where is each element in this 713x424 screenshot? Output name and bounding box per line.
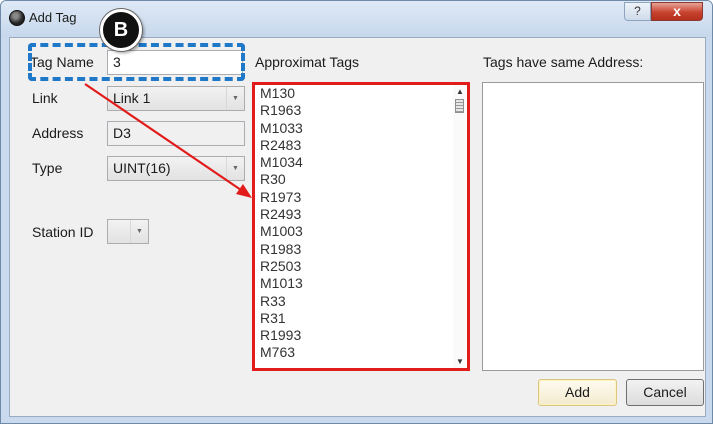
list-item[interactable]: M1033 bbox=[260, 120, 455, 137]
list-item[interactable]: M130 bbox=[260, 85, 455, 102]
list-item[interactable]: R1983 bbox=[260, 241, 455, 258]
station-id-dropdown[interactable]: ▼ bbox=[107, 219, 149, 244]
cancel-button[interactable]: Cancel bbox=[626, 379, 704, 406]
list-item[interactable]: M1034 bbox=[260, 154, 455, 171]
address-label: Address bbox=[32, 125, 84, 141]
add-button[interactable]: Add bbox=[538, 379, 617, 406]
scroll-up-icon[interactable]: ▲ bbox=[453, 87, 467, 97]
same-address-header: Tags have same Address: bbox=[483, 54, 644, 70]
list-item[interactable]: R1963 bbox=[260, 102, 455, 119]
list-item[interactable]: R1993 bbox=[260, 327, 455, 344]
list-item[interactable]: M1003 bbox=[260, 223, 455, 240]
list-item[interactable]: R33 bbox=[260, 293, 455, 310]
add-tag-dialog: Add Tag ? x Tag Name 3 Link Link 1 ▼ Add… bbox=[0, 0, 713, 424]
tag-name-input[interactable]: 3 bbox=[107, 50, 243, 75]
list-item[interactable]: R2503 bbox=[260, 258, 455, 275]
list-item[interactable]: R1973 bbox=[260, 189, 455, 206]
window-title: Add Tag bbox=[29, 10, 77, 25]
list-item[interactable]: M763 bbox=[260, 344, 455, 361]
list-item[interactable]: M1013 bbox=[260, 275, 455, 292]
help-button[interactable]: ? bbox=[624, 2, 651, 21]
chevron-down-icon[interactable]: ▼ bbox=[226, 157, 244, 180]
list-item[interactable]: R31 bbox=[260, 310, 455, 327]
link-value: Link 1 bbox=[113, 90, 151, 106]
link-dropdown[interactable]: Link 1 ▼ bbox=[107, 86, 245, 111]
close-button[interactable]: x bbox=[651, 2, 703, 21]
scroll-down-icon[interactable]: ▼ bbox=[453, 357, 467, 367]
list-item[interactable]: R2493 bbox=[260, 206, 455, 223]
step-badge: B bbox=[100, 9, 142, 51]
type-value: UINT(16) bbox=[113, 160, 171, 176]
list-item[interactable]: R30 bbox=[260, 171, 455, 188]
approx-tags-items: M130 R1963 M1033 R2483 M1034 R30 R1973 R2493 M10… bbox=[260, 85, 455, 370]
chevron-down-icon[interactable]: ▼ bbox=[130, 220, 148, 243]
approx-tags-header: Approximat Tags bbox=[255, 54, 360, 70]
approx-tags-scrollbar[interactable]: ▲ ▼ bbox=[453, 85, 467, 368]
chevron-down-icon[interactable]: ▼ bbox=[226, 87, 244, 110]
app-icon bbox=[9, 10, 25, 26]
address-field: D3 bbox=[107, 121, 245, 146]
approx-tags-list[interactable]: M130 R1963 M1033 R2483 M1034 R30 R1973 R2493 M10… bbox=[254, 84, 468, 369]
type-label: Type bbox=[32, 160, 63, 176]
same-address-list[interactable] bbox=[482, 82, 704, 371]
list-item[interactable]: R2483 bbox=[260, 137, 455, 154]
station-id-label: Station ID bbox=[32, 224, 94, 240]
link-label: Link bbox=[32, 90, 58, 106]
type-dropdown[interactable]: UINT(16) ▼ bbox=[107, 156, 245, 181]
tag-name-label: Tag Name bbox=[30, 54, 94, 70]
scroll-thumb[interactable] bbox=[455, 99, 464, 113]
